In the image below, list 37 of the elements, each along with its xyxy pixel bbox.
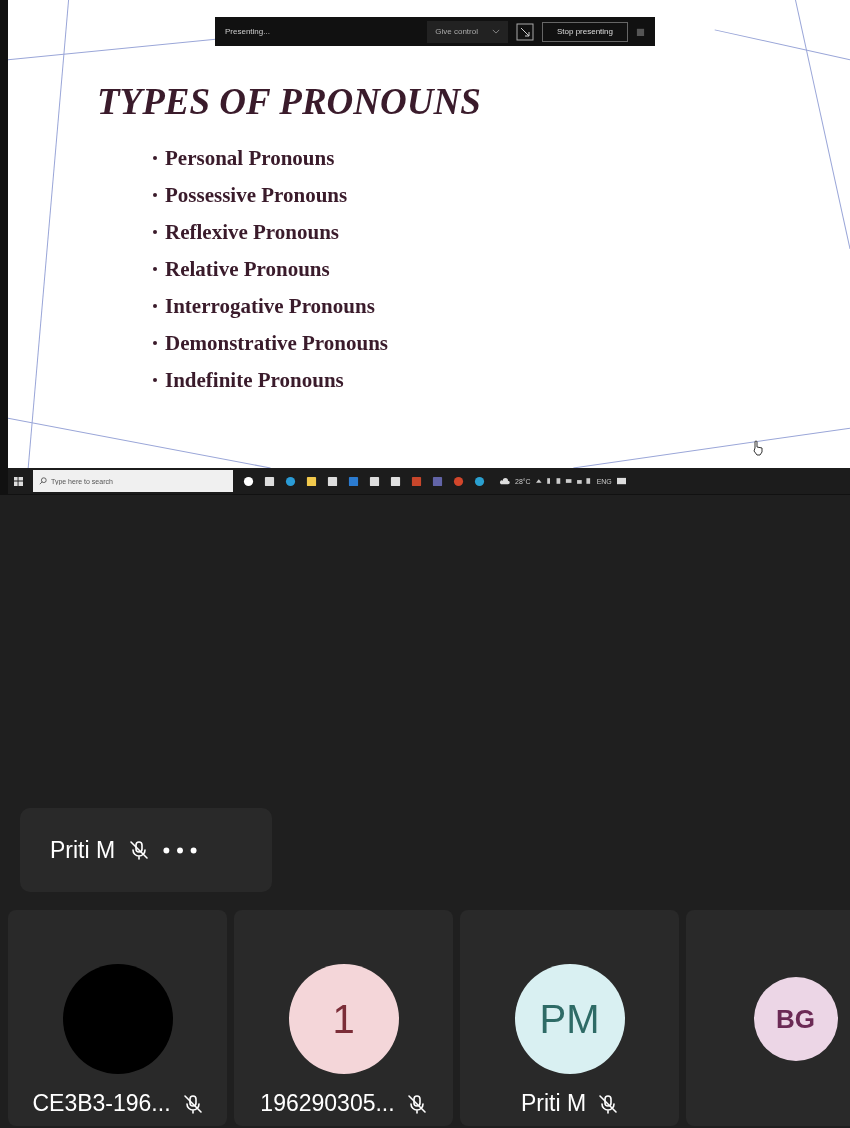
participant-name: CE3B3-196... [32, 1090, 171, 1117]
participant-tile[interactable]: CE3B3-196... [8, 910, 227, 1126]
bullet-item: Demonstrative Pronouns [165, 330, 389, 357]
windows-start-icon[interactable] [14, 476, 23, 486]
avatar: 1 [288, 964, 399, 1074]
stop-presenting-button[interactable]: Stop presenting [541, 21, 628, 42]
more-options-icon[interactable] [163, 846, 198, 854]
slide-title: TYPES OF PRONOUNS [97, 80, 482, 123]
participant-name: 196290305... [260, 1090, 395, 1117]
bullet-item: Interrogative Pronouns [165, 293, 375, 320]
avatar: BG [753, 977, 838, 1061]
give-control-dropdown[interactable]: Give control [427, 20, 508, 43]
cloud-icon [499, 477, 510, 485]
bullet-item: Relative Pronouns [165, 256, 330, 283]
bullet-item: Indefinite Pronouns [165, 367, 344, 394]
bullet-icon [153, 378, 157, 382]
screen-icon[interactable] [515, 22, 534, 41]
participant-tile[interactable]: BG [686, 910, 850, 1126]
caret-icon [491, 29, 500, 34]
hand-cursor-icon [752, 440, 764, 456]
participant-tile[interactable]: PM Priti M [460, 910, 679, 1126]
bullet-item: Possessive Pronouns [165, 182, 348, 209]
presenter-name: Priti M [50, 836, 116, 864]
bullet-item: Personal Pronouns [165, 145, 335, 172]
bullet-icon [153, 156, 157, 160]
tray-icons-drawing [535, 477, 592, 485]
bullet-icon [153, 341, 157, 345]
participant-tile[interactable]: 1 196290305... [234, 910, 453, 1126]
bullet-icon [153, 267, 157, 271]
bullet-icon [153, 230, 157, 234]
bullet-item: Reflexive Pronouns [165, 219, 340, 246]
participant-name: Priti M [520, 1090, 587, 1117]
bullet-icon [153, 193, 157, 197]
avatar: PM [514, 964, 625, 1074]
presenting-status: Presenting... [225, 27, 271, 36]
bullet-icon [153, 304, 157, 308]
circle-icon[interactable] [243, 475, 254, 487]
